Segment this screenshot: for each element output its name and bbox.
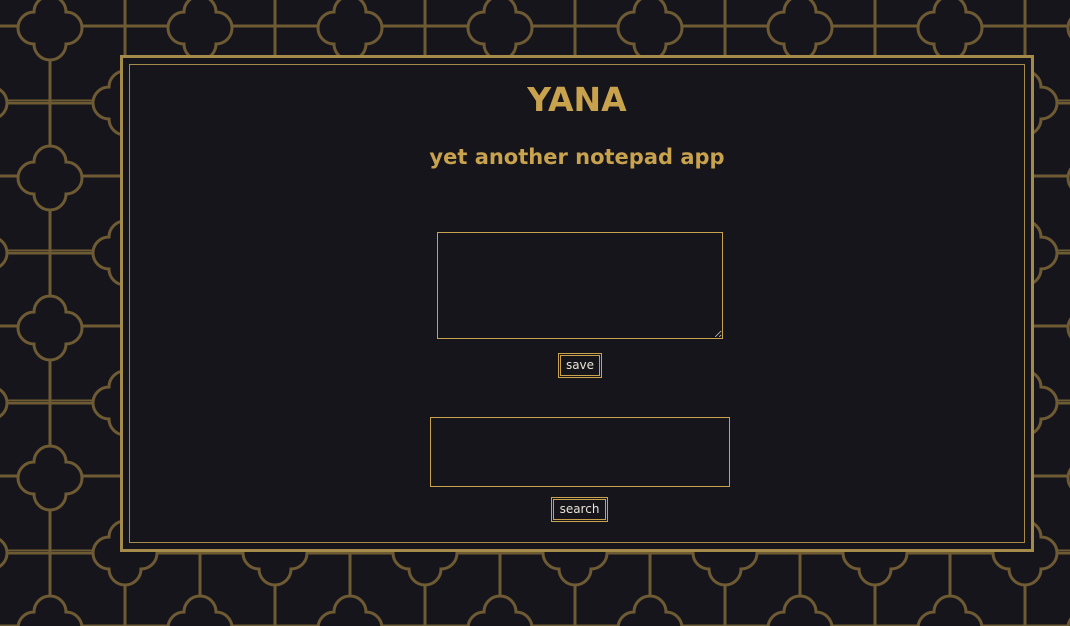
note-textarea[interactable] <box>437 232 723 339</box>
save-button[interactable]: save <box>558 353 602 378</box>
main-panel: YANA yet another notepad app save search <box>120 55 1034 552</box>
search-input[interactable] <box>430 417 730 487</box>
search-button[interactable]: search <box>551 497 608 522</box>
app-subtitle: yet another notepad app <box>429 145 725 169</box>
app-title: YANA <box>527 80 627 119</box>
